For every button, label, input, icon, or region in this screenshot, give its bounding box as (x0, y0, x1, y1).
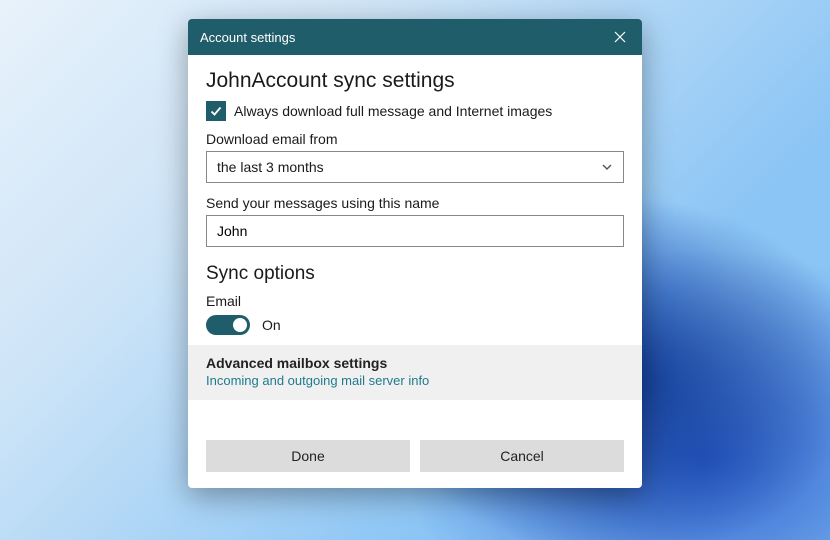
page-title: JohnAccount sync settings (206, 69, 624, 93)
email-toggle-row: On (206, 315, 624, 335)
display-name-input[interactable] (206, 215, 624, 247)
close-icon (614, 31, 626, 43)
checkmark-icon (209, 104, 223, 118)
always-download-label: Always download full message and Interne… (234, 103, 552, 119)
display-name-label: Send your messages using this name (206, 195, 624, 211)
advanced-title: Advanced mailbox settings (206, 355, 624, 371)
advanced-mailbox-settings[interactable]: Advanced mailbox settings Incoming and o… (188, 345, 642, 400)
download-from-value: the last 3 months (217, 159, 324, 175)
cancel-button[interactable]: Cancel (420, 440, 624, 472)
done-button[interactable]: Done (206, 440, 410, 472)
download-from-select[interactable]: the last 3 months (206, 151, 624, 183)
email-toggle[interactable] (206, 315, 250, 335)
always-download-row: Always download full message and Interne… (206, 101, 624, 121)
toggle-knob (233, 318, 247, 332)
always-download-checkbox[interactable] (206, 101, 226, 121)
download-from-label: Download email from (206, 131, 624, 147)
email-toggle-state: On (262, 317, 281, 333)
dialog-buttons: Done Cancel (188, 400, 642, 488)
dialog-content: JohnAccount sync settings Always downloa… (188, 55, 642, 400)
window-title: Account settings (200, 30, 295, 45)
account-settings-dialog: Account settings JohnAccount sync settin… (188, 19, 642, 488)
sync-options-heading: Sync options (206, 263, 624, 285)
chevron-down-icon (601, 161, 613, 173)
close-button[interactable] (610, 27, 630, 47)
email-toggle-label: Email (206, 293, 624, 309)
titlebar: Account settings (188, 19, 642, 55)
advanced-subtitle: Incoming and outgoing mail server info (206, 373, 624, 388)
